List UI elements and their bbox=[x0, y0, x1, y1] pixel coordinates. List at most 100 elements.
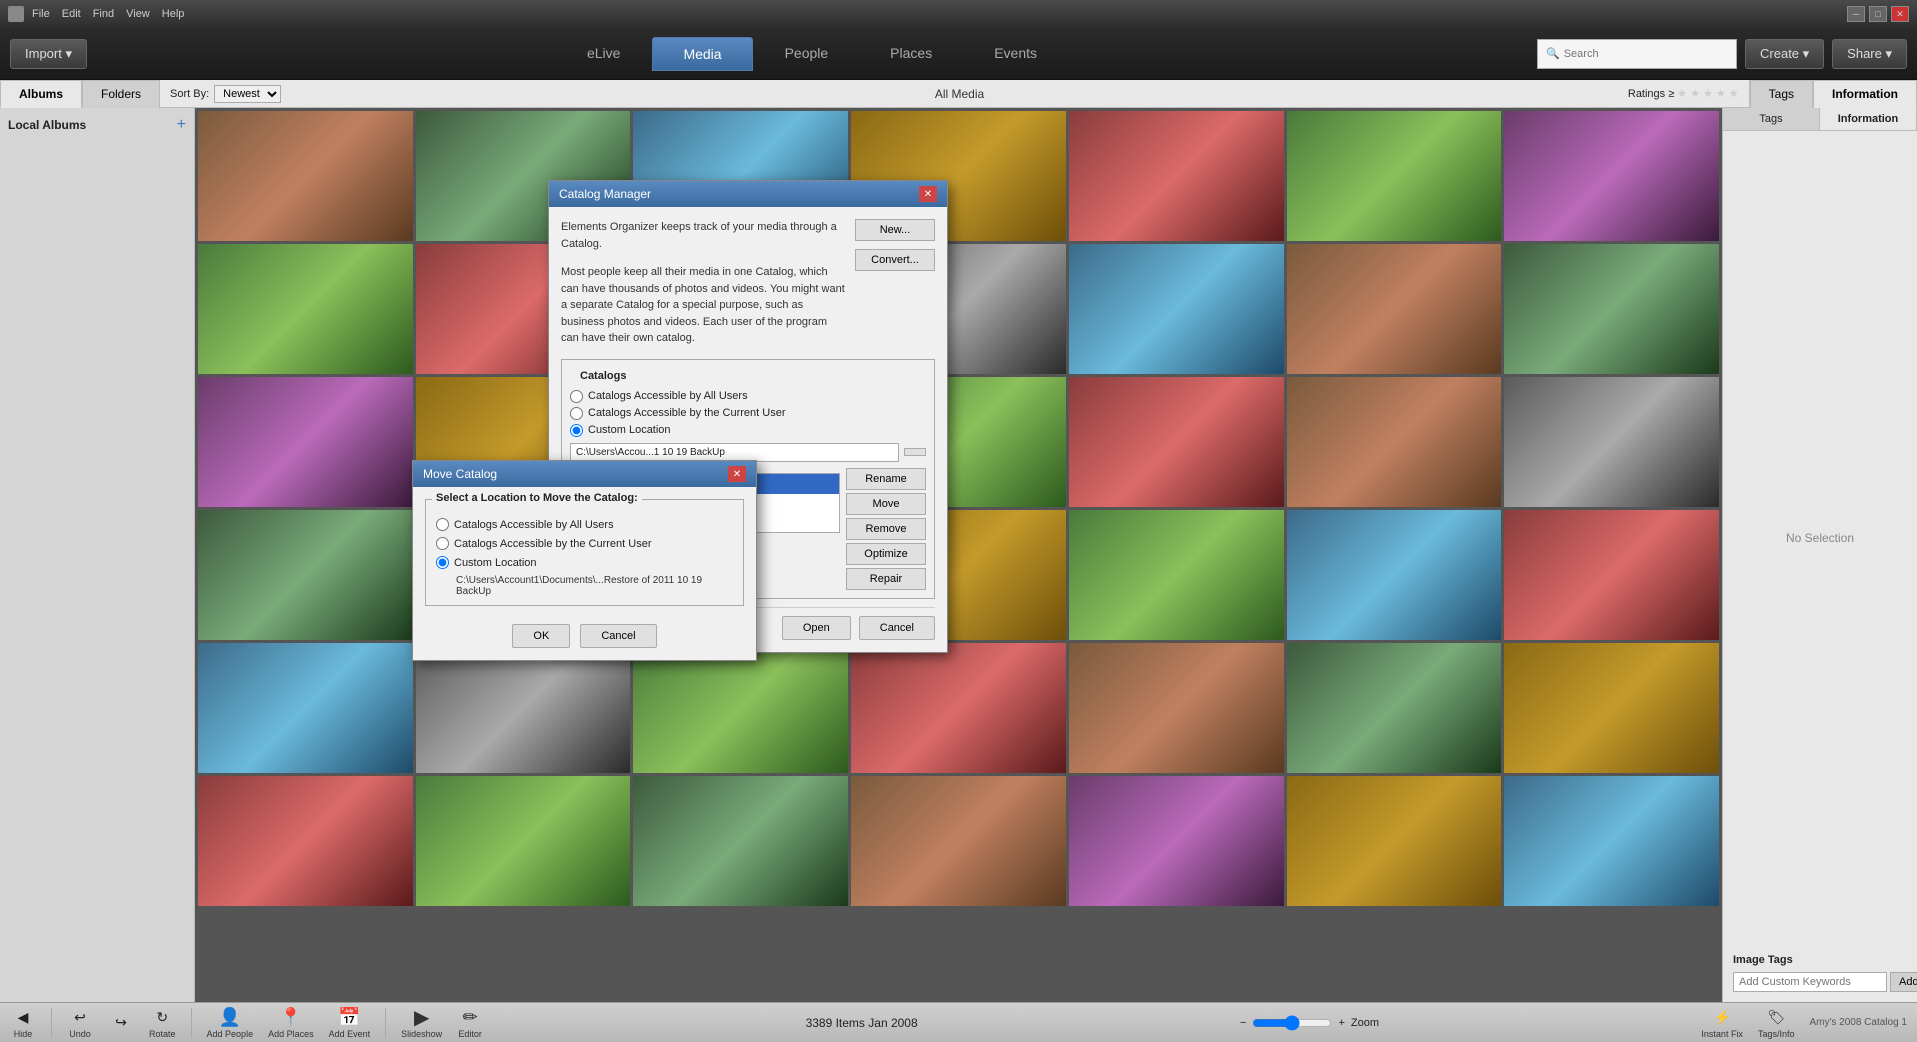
tab-events[interactable]: Events bbox=[964, 37, 1067, 71]
photo-cell[interactable] bbox=[1504, 111, 1719, 241]
photo-cell[interactable] bbox=[633, 776, 848, 906]
hide-tool[interactable]: ◀ Hide bbox=[10, 1006, 36, 1039]
move-current-user-option[interactable]: Catalogs Accessible by the Current User bbox=[436, 537, 733, 550]
photo-cell[interactable] bbox=[1504, 377, 1719, 507]
photo-cell[interactable] bbox=[198, 377, 413, 507]
ok-button[interactable]: OK bbox=[512, 624, 570, 648]
minimize-button[interactable]: ─ bbox=[1847, 6, 1865, 22]
add-tag-button[interactable]: Add bbox=[1890, 972, 1917, 992]
repair-button[interactable]: Repair bbox=[846, 568, 926, 590]
open-catalog-button[interactable]: Open bbox=[782, 616, 851, 640]
tags-input[interactable] bbox=[1733, 972, 1887, 992]
move-custom-option[interactable]: Custom Location bbox=[436, 556, 733, 569]
photo-cell[interactable] bbox=[1287, 510, 1502, 640]
zoom-slider[interactable] bbox=[1252, 1015, 1332, 1031]
photo-cell[interactable] bbox=[1287, 111, 1502, 241]
zoom-minus-icon[interactable]: − bbox=[1240, 1017, 1246, 1029]
star4[interactable]: ★ bbox=[1716, 87, 1726, 100]
photo-cell[interactable] bbox=[1287, 643, 1502, 773]
remove-button[interactable]: Remove bbox=[846, 518, 926, 540]
redo-tool[interactable]: ↪ bbox=[108, 1011, 134, 1034]
add-places-tool[interactable]: 📍 Add Places bbox=[268, 1006, 314, 1039]
close-button[interactable]: ✕ bbox=[1891, 6, 1909, 22]
photo-cell[interactable] bbox=[1069, 377, 1284, 507]
add-event-tool[interactable]: 📅 Add Event bbox=[329, 1006, 371, 1039]
current-user-option[interactable]: Catalogs Accessible by the Current User bbox=[570, 407, 926, 420]
menu-file[interactable]: File bbox=[32, 8, 50, 20]
move-all-users-radio[interactable] bbox=[436, 518, 449, 531]
editor-tool[interactable]: ✏ Editor bbox=[457, 1006, 483, 1039]
photo-cell[interactable] bbox=[1069, 244, 1284, 374]
move-catalog-close[interactable]: ✕ bbox=[728, 466, 746, 482]
sort-select[interactable]: Newest Oldest Name bbox=[214, 85, 281, 103]
photo-cell[interactable] bbox=[1504, 510, 1719, 640]
menu-help[interactable]: Help bbox=[162, 8, 185, 20]
all-users-radio[interactable] bbox=[570, 390, 583, 403]
browse-button[interactable] bbox=[904, 448, 926, 456]
menu-edit[interactable]: Edit bbox=[62, 8, 81, 20]
photo-cell[interactable] bbox=[416, 776, 631, 906]
photo-cell[interactable] bbox=[416, 643, 631, 773]
new-catalog-button[interactable]: New... bbox=[855, 219, 935, 241]
maximize-button[interactable]: □ bbox=[1869, 6, 1887, 22]
move-custom-radio[interactable] bbox=[436, 556, 449, 569]
convert-catalog-button[interactable]: Convert... bbox=[855, 249, 935, 271]
photo-cell[interactable] bbox=[1287, 244, 1502, 374]
photo-cell[interactable] bbox=[1504, 643, 1719, 773]
photo-cell[interactable] bbox=[198, 510, 413, 640]
custom-location-option[interactable]: Custom Location bbox=[570, 424, 926, 437]
instant-fix-tool[interactable]: ⚡ Instant Fix bbox=[1701, 1006, 1743, 1039]
photo-cell[interactable] bbox=[198, 244, 413, 374]
tab-elive[interactable]: eLive bbox=[557, 37, 650, 71]
tab-media[interactable]: Media bbox=[652, 37, 752, 71]
photo-cell[interactable] bbox=[851, 776, 1066, 906]
photo-cell[interactable] bbox=[198, 111, 413, 241]
rename-button[interactable]: Rename bbox=[846, 468, 926, 490]
share-button[interactable]: Share ▾ bbox=[1832, 39, 1907, 69]
star3[interactable]: ★ bbox=[1703, 87, 1713, 100]
zoom-plus-icon[interactable]: + bbox=[1338, 1017, 1344, 1029]
search-input[interactable] bbox=[1564, 48, 1704, 60]
tags-info-tool[interactable]: 🏷 Tags/Info bbox=[1758, 1006, 1795, 1039]
tags-panel-tab[interactable]: Tags bbox=[1750, 80, 1813, 108]
slideshow-tool[interactable]: ▶ Slideshow bbox=[401, 1006, 442, 1039]
star2[interactable]: ★ bbox=[1690, 87, 1700, 100]
albums-tab[interactable]: Albums bbox=[0, 80, 82, 108]
import-button[interactable]: Import ▾ bbox=[10, 39, 87, 69]
folders-tab[interactable]: Folders bbox=[82, 80, 160, 108]
rotate-tool[interactable]: ↻ Rotate bbox=[149, 1006, 176, 1039]
menu-find[interactable]: Find bbox=[93, 8, 114, 20]
add-album-button[interactable]: + bbox=[177, 116, 186, 134]
photo-cell[interactable] bbox=[198, 776, 413, 906]
photo-cell[interactable] bbox=[1069, 510, 1284, 640]
information-panel-button[interactable]: Information bbox=[1820, 108, 1917, 130]
undo-tool[interactable]: ↩ Undo bbox=[67, 1006, 93, 1039]
photo-cell[interactable] bbox=[1287, 377, 1502, 507]
catalog-manager-close[interactable]: ✕ bbox=[919, 186, 937, 202]
tab-people[interactable]: People bbox=[755, 37, 859, 71]
tags-panel-button[interactable]: Tags bbox=[1723, 108, 1820, 130]
move-current-user-radio[interactable] bbox=[436, 537, 449, 550]
tab-places[interactable]: Places bbox=[860, 37, 962, 71]
add-people-tool[interactable]: 👤 Add People bbox=[207, 1006, 254, 1039]
photo-cell[interactable] bbox=[1287, 776, 1502, 906]
star1[interactable]: ★ bbox=[1677, 87, 1687, 100]
photo-cell[interactable] bbox=[1069, 111, 1284, 241]
optimize-button[interactable]: Optimize bbox=[846, 543, 926, 565]
custom-location-radio[interactable] bbox=[570, 424, 583, 437]
photo-cell[interactable] bbox=[1504, 244, 1719, 374]
move-button[interactable]: Move bbox=[846, 493, 926, 515]
photo-cell[interactable] bbox=[1069, 643, 1284, 773]
star5[interactable]: ★ bbox=[1729, 87, 1739, 100]
all-users-option[interactable]: Catalogs Accessible by All Users bbox=[570, 390, 926, 403]
cancel-move-button[interactable]: Cancel bbox=[580, 624, 656, 648]
photo-cell[interactable] bbox=[633, 643, 848, 773]
move-all-users-option[interactable]: Catalogs Accessible by All Users bbox=[436, 518, 733, 531]
photo-cell[interactable] bbox=[851, 643, 1066, 773]
current-user-radio[interactable] bbox=[570, 407, 583, 420]
photo-cell[interactable] bbox=[1504, 776, 1719, 906]
information-panel-tab[interactable]: Information bbox=[1813, 80, 1917, 108]
cancel-catalog-button[interactable]: Cancel bbox=[859, 616, 935, 640]
photo-cell[interactable] bbox=[1069, 776, 1284, 906]
photo-cell[interactable] bbox=[198, 643, 413, 773]
